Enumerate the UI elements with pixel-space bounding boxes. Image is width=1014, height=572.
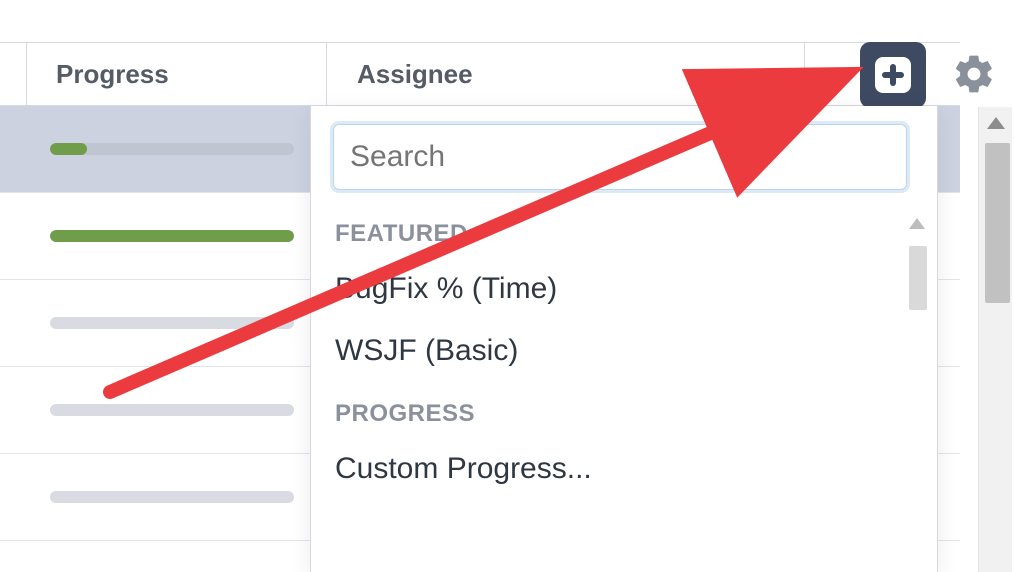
- vertical-scrollbar[interactable]: [978, 107, 1012, 572]
- dropdown-item-custom-progress[interactable]: Custom Progress...: [311, 438, 937, 500]
- scrollbar-thumb[interactable]: [985, 143, 1010, 303]
- dropdown-section-progress: PROGRESS: [311, 382, 937, 438]
- dropdown-item-wsjf-basic[interactable]: WSJF (Basic): [311, 320, 937, 382]
- scroll-up-icon[interactable]: [909, 218, 925, 229]
- add-column-button[interactable]: [860, 42, 926, 108]
- column-header-progress[interactable]: Progress: [0, 59, 326, 90]
- gear-icon: [952, 52, 996, 96]
- column-divider: [804, 43, 805, 105]
- progress-bar: [50, 317, 294, 329]
- progress-bar: [50, 230, 294, 242]
- plus-icon: [875, 57, 911, 93]
- add-column-dropdown: FEATURED BugFix % (Time) WSJF (Basic) PR…: [310, 106, 938, 572]
- search-input[interactable]: [333, 124, 907, 190]
- scrollbar-thumb[interactable]: [909, 246, 927, 310]
- column-header-row: Progress Assignee: [0, 42, 960, 106]
- settings-button[interactable]: [952, 52, 996, 96]
- dropdown-item-bugfix-time[interactable]: BugFix % (Time): [311, 258, 937, 320]
- scroll-up-icon[interactable]: [987, 117, 1005, 129]
- progress-bar: [50, 491, 294, 503]
- progress-bar: [50, 143, 294, 155]
- progress-bar: [50, 404, 294, 416]
- dropdown-scrollbar[interactable]: [903, 218, 931, 566]
- dropdown-section-featured: FEATURED: [311, 202, 937, 258]
